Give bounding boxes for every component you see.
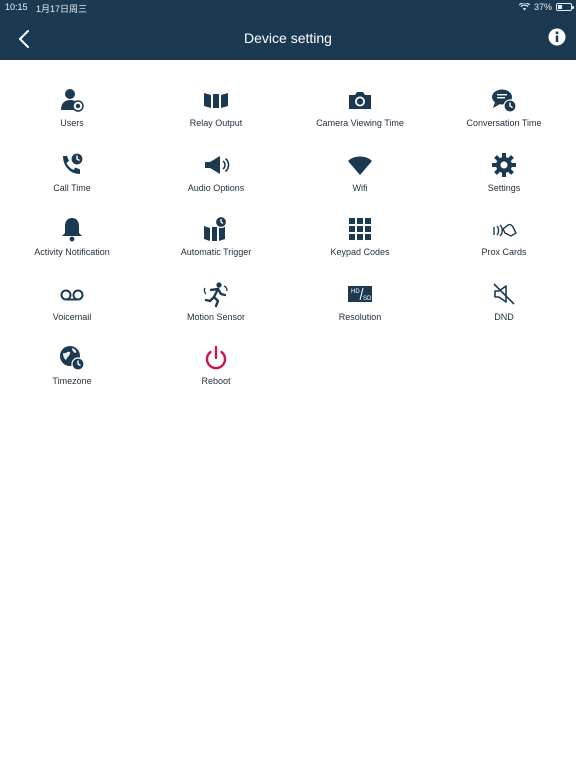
- relay-icon: [202, 86, 230, 114]
- settings-item-label: Settings: [487, 182, 521, 193]
- settings-item-label: Resolution: [338, 311, 382, 322]
- wifi-icon: [346, 151, 374, 179]
- settings-item-label: Relay Output: [189, 118, 243, 128]
- settings-item-label: Prox Cards: [481, 247, 527, 257]
- status-time: 10:15: [5, 2, 28, 12]
- bell-icon: [58, 215, 86, 243]
- settings-item-label: Voicemail: [52, 311, 92, 322]
- settings-item-label: Timezone: [52, 376, 92, 386]
- voicemail-icon: [58, 280, 86, 308]
- page-title: Device setting: [244, 30, 332, 46]
- svg-text:HD: HD: [351, 289, 360, 295]
- keypad-icon: [346, 215, 374, 243]
- info-icon: [548, 28, 566, 46]
- status-bar: 10:15 1月17日周三 37%: [0, 0, 576, 16]
- settings-item-camera-viewing-time[interactable]: Camera Viewing Time: [288, 78, 432, 142]
- settings-item-activity-notification[interactable]: Activity Notification: [0, 207, 144, 271]
- settings-item-automatic-trigger[interactable]: Automatic Trigger: [144, 207, 288, 271]
- settings-item-label: Conversation Time: [466, 118, 542, 128]
- speaker-icon: [202, 151, 230, 179]
- settings-item-label: Call Time: [53, 182, 91, 193]
- settings-item-conversation-time[interactable]: Conversation Time: [432, 78, 576, 142]
- settings-item-motion-sensor[interactable]: Motion Sensor: [144, 272, 288, 336]
- app-header: 10:15 1月17日周三 37% Device setting: [0, 0, 576, 60]
- status-date: 1月17日周三: [36, 4, 88, 14]
- hd-sd-icon: HD SD: [346, 280, 374, 308]
- settings-item-relay-output[interactable]: Relay Output: [144, 78, 288, 142]
- settings-item-label: Activity Notification: [34, 247, 110, 257]
- battery-icon: [556, 3, 574, 11]
- settings-item-label: Wifi: [352, 182, 368, 193]
- battery-percent: 37%: [533, 2, 552, 12]
- settings-item-label: Motion Sensor: [186, 311, 246, 322]
- power-icon: [202, 344, 230, 372]
- settings-item-keypad-codes[interactable]: Keypad Codes: [288, 207, 432, 271]
- info-button[interactable]: [548, 28, 566, 46]
- settings-item-dnd[interactable]: DND: [432, 272, 576, 336]
- settings-item-label: Users: [60, 118, 84, 128]
- motion-icon: [202, 280, 230, 308]
- settings-item-resolution[interactable]: HD SD Resolution: [288, 272, 432, 336]
- settings-item-reboot[interactable]: Reboot: [144, 336, 288, 400]
- settings-item-users[interactable]: Users: [0, 78, 144, 142]
- phone-clock-icon: [58, 151, 86, 179]
- settings-item-prox-cards[interactable]: Prox Cards: [432, 207, 576, 271]
- settings-item-label: Camera Viewing Time: [316, 118, 404, 128]
- settings-item-label: DND: [494, 311, 514, 322]
- chat-clock-icon: [490, 86, 518, 114]
- settings-item-label: Reboot: [201, 376, 231, 386]
- settings-item-label: Keypad Codes: [330, 247, 390, 257]
- settings-item-settings[interactable]: Settings: [432, 143, 576, 207]
- nfc-icon: [490, 215, 518, 243]
- settings-item-wifi[interactable]: Wifi: [288, 143, 432, 207]
- svg-text:SD: SD: [363, 296, 372, 302]
- globe-clock-icon: [58, 344, 86, 372]
- settings-item-label: Automatic Trigger: [180, 247, 252, 257]
- trigger-icon: [202, 215, 230, 243]
- settings-item-audio-options[interactable]: Audio Options: [144, 143, 288, 207]
- settings-item-label: Audio Options: [187, 182, 245, 193]
- settings-item-call-time[interactable]: Call Time: [0, 143, 144, 207]
- camera-icon: [346, 86, 374, 114]
- users-icon: [58, 86, 86, 114]
- gear-icon: [490, 151, 518, 179]
- settings-item-timezone[interactable]: Timezone: [0, 336, 144, 400]
- settings-item-voicemail[interactable]: Voicemail: [0, 272, 144, 336]
- status-right: 37%: [518, 2, 574, 12]
- wifi-status-icon: [518, 3, 530, 11]
- mute-icon: [490, 280, 518, 308]
